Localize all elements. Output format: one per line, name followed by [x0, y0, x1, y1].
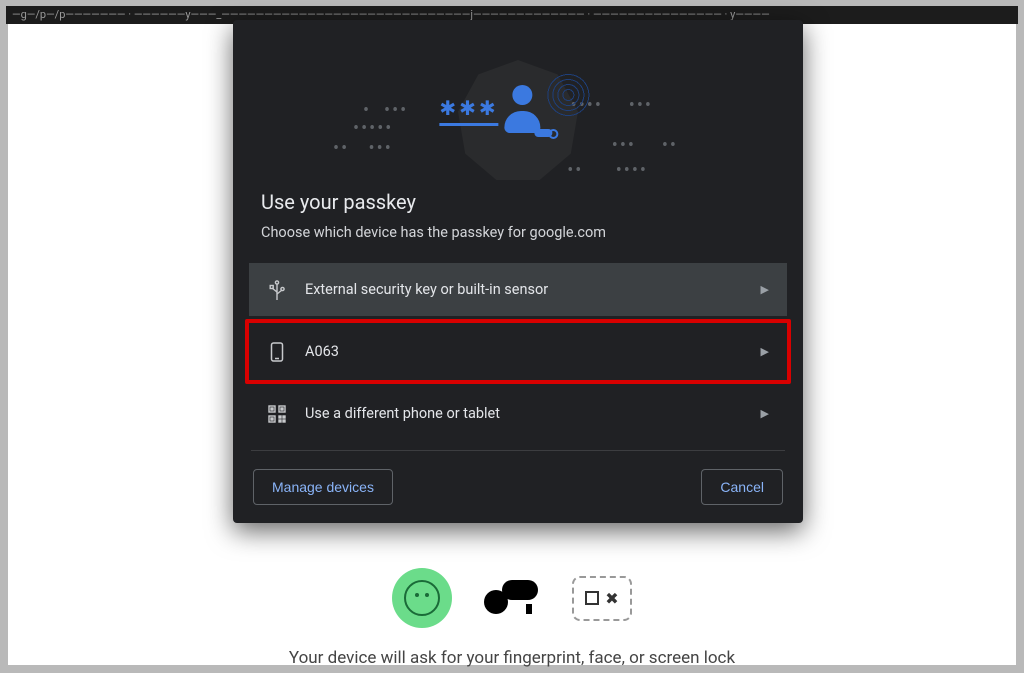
- passkey-dialog: • ••• ••••• •• ••• •••• ••• ••• •• •• ••…: [233, 20, 803, 523]
- highlighted-option: A063 ▶: [245, 319, 791, 384]
- chevron-right-icon: ▶: [761, 407, 769, 420]
- qr-icon: [267, 404, 287, 424]
- dialog-title: Use your passkey: [233, 190, 803, 224]
- option-label: External security key or built-in sensor: [305, 281, 743, 298]
- dialog-subtitle: Choose which device has the passkey for …: [233, 224, 803, 263]
- option-security-key[interactable]: External security key or built-in sensor…: [249, 263, 787, 316]
- option-label: Use a different phone or tablet: [305, 405, 743, 422]
- dialog-illustration: • ••• ••••• •• ••• •••• ••• ••• •• •• ••…: [233, 20, 803, 190]
- face-icon: [392, 568, 452, 628]
- key-icon: [482, 580, 542, 616]
- cancel-button[interactable]: Cancel: [701, 469, 783, 505]
- option-different-device[interactable]: Use a different phone or tablet ▶: [249, 387, 787, 440]
- fingerprint-icon: [547, 73, 591, 117]
- bg-illustration: ✖: [302, 563, 722, 633]
- qr-icon-bg: ✖: [572, 576, 632, 621]
- dialog-footer: Manage devices Cancel: [233, 451, 803, 505]
- phone-icon: [267, 342, 287, 362]
- usb-icon: [267, 280, 287, 300]
- option-device-a063[interactable]: A063 ▶: [249, 323, 787, 380]
- person-key-icon: [505, 85, 547, 137]
- manage-devices-button[interactable]: Manage devices: [253, 469, 393, 505]
- chevron-right-icon: ▶: [761, 283, 769, 296]
- password-stars-icon: ✱✱✱: [439, 96, 498, 126]
- options-list: External security key or built-in sensor…: [233, 263, 803, 440]
- bg-caption: Your device will ask for your fingerprin…: [289, 648, 735, 668]
- chevron-right-icon: ▶: [761, 345, 769, 358]
- page-frame: —g—/p—/p——————— · ——————y———_———————————…: [0, 0, 1024, 673]
- option-label: A063: [305, 343, 743, 360]
